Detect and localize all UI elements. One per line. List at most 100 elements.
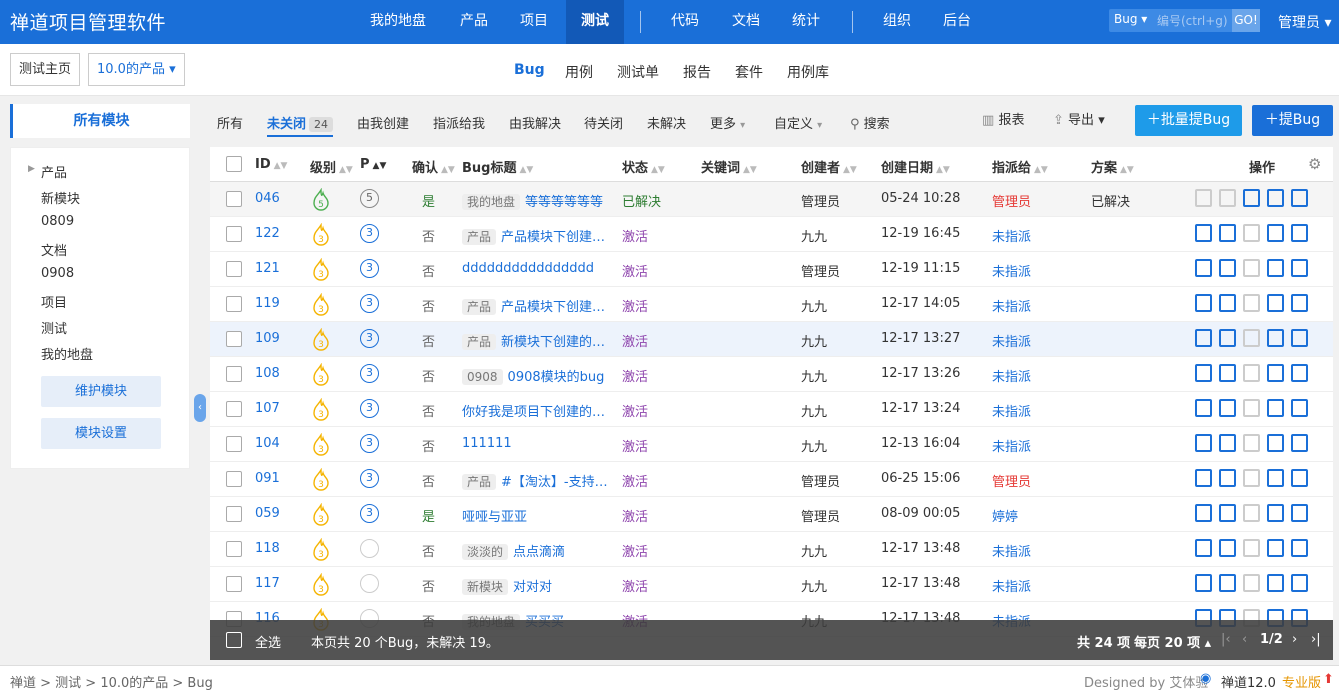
assigned-to-link[interactable]: 未指派 bbox=[992, 576, 1031, 595]
bug-title-cell[interactable]: 产品 产品模块下创建… bbox=[462, 226, 605, 245]
assigned-to-link[interactable]: 管理员 bbox=[992, 191, 1031, 210]
version-label[interactable]: 禅道12.0 bbox=[1221, 672, 1276, 691]
subnav-caselib[interactable]: 用例库 bbox=[787, 62, 829, 82]
nav-doc[interactable]: 文档 bbox=[732, 0, 760, 44]
report-button[interactable]: ▥ 报表 bbox=[982, 105, 1024, 136]
edit-icon[interactable] bbox=[1267, 504, 1284, 522]
col-priority[interactable]: P ▲▼ bbox=[360, 157, 386, 172]
bug-title-cell[interactable]: 我的地盘 等等等等等等 bbox=[462, 191, 603, 210]
copy-icon[interactable] bbox=[1291, 364, 1308, 382]
filter-search[interactable]: ⚲ 搜索 bbox=[850, 113, 890, 132]
filter-unresolved[interactable]: 未解决 bbox=[647, 113, 686, 132]
assigned-to-link[interactable]: 管理员 bbox=[992, 471, 1031, 490]
nav-admin[interactable]: 后台 bbox=[943, 0, 971, 44]
copy-icon[interactable] bbox=[1291, 399, 1308, 417]
close-bug-icon[interactable] bbox=[1243, 364, 1260, 382]
filter-unclosed[interactable]: 未关闭 24 bbox=[267, 113, 334, 137]
filter-to-close[interactable]: 待关闭 bbox=[584, 113, 623, 132]
resolve-bug-icon[interactable] bbox=[1219, 189, 1236, 207]
bug-title-cell[interactable]: 0908 0908模块的bug bbox=[462, 366, 604, 385]
close-bug-icon[interactable] bbox=[1243, 504, 1260, 522]
resolve-bug-icon[interactable] bbox=[1219, 399, 1236, 417]
copy-icon[interactable] bbox=[1291, 294, 1308, 312]
row-checkbox[interactable] bbox=[226, 401, 242, 417]
resolve-bug-icon[interactable] bbox=[1219, 294, 1236, 312]
bug-id[interactable]: 059 bbox=[255, 506, 280, 521]
close-bug-icon[interactable] bbox=[1243, 434, 1260, 452]
bug-title-cell[interactable]: 你好我是项目下创建的… bbox=[462, 401, 605, 420]
confirm-bug-icon[interactable] bbox=[1195, 469, 1212, 487]
footer-select-all-checkbox[interactable] bbox=[226, 632, 242, 648]
select-all-label[interactable]: 全选 bbox=[255, 632, 281, 651]
bug-title-link[interactable]: 0908模块的bug bbox=[508, 370, 605, 385]
col-created-date[interactable]: 创建日期 ▲▼ bbox=[881, 157, 950, 176]
filter-all[interactable]: 所有 bbox=[217, 113, 243, 132]
copy-icon[interactable] bbox=[1291, 574, 1308, 592]
tree-item[interactable]: 产品 bbox=[41, 162, 67, 181]
filter-custom[interactable]: 自定义 ▾ bbox=[774, 113, 822, 132]
assigned-to-link[interactable]: 未指派 bbox=[992, 331, 1031, 350]
confirm-bug-icon[interactable] bbox=[1195, 574, 1212, 592]
table-row[interactable]: 119 3 3 否 产品 产品模块下创建… 激活 九九 12-17 14:05 未… bbox=[210, 287, 1333, 322]
resolve-bug-icon[interactable] bbox=[1219, 224, 1236, 242]
confirm-bug-icon[interactable] bbox=[1195, 364, 1212, 382]
col-id[interactable]: ID ▲▼ bbox=[255, 157, 287, 172]
close-bug-icon[interactable] bbox=[1243, 539, 1260, 557]
select-all-checkbox[interactable] bbox=[226, 156, 242, 172]
resolve-bug-icon[interactable] bbox=[1219, 539, 1236, 557]
col-confirmed[interactable]: 确认 ▲▼ bbox=[412, 157, 455, 176]
bug-title-link[interactable]: dddddddddddddddd bbox=[462, 261, 594, 276]
last-page-icon[interactable]: ›| bbox=[1311, 632, 1321, 647]
copy-icon[interactable] bbox=[1291, 224, 1308, 242]
table-row[interactable]: 104 3 3 否 111111 激活 九九 12-13 16:04 未指派 bbox=[210, 427, 1333, 462]
table-row[interactable]: 046 5 5 是 我的地盘 等等等等等等 已解决 管理员 05-24 10:28… bbox=[210, 182, 1333, 217]
bug-title-link[interactable]: 对对对 bbox=[513, 580, 552, 595]
col-resolution[interactable]: 方案 ▲▼ bbox=[1091, 157, 1134, 176]
tree-item[interactable]: 我的地盘 bbox=[41, 344, 93, 363]
maintain-module-button[interactable]: 维护模块 bbox=[41, 376, 161, 407]
copy-icon[interactable] bbox=[1291, 539, 1308, 557]
assigned-to-link[interactable]: 婷婷 bbox=[992, 506, 1018, 525]
bottom-breadcrumb[interactable]: 禅道 > 测试 > 10.0的产品 > Bug bbox=[10, 672, 213, 691]
subnav-suite[interactable]: 套件 bbox=[735, 62, 763, 82]
row-checkbox[interactable] bbox=[226, 191, 242, 207]
table-row[interactable]: 059 3 3 是 哑哑与亚亚 激活 管理员 08-09 00:05 婷婷 bbox=[210, 497, 1333, 532]
bug-title-cell[interactable]: 产品 新模块下创建的… bbox=[462, 331, 605, 350]
confirm-bug-icon[interactable] bbox=[1195, 259, 1212, 277]
close-bug-icon[interactable] bbox=[1243, 399, 1260, 417]
collapse-sidebar-icon[interactable]: ‹ bbox=[194, 394, 206, 422]
close-bug-icon[interactable] bbox=[1243, 329, 1260, 347]
row-checkbox[interactable] bbox=[226, 576, 242, 592]
edition-label[interactable]: 专业版 bbox=[1282, 672, 1321, 691]
resolve-bug-icon[interactable] bbox=[1219, 329, 1236, 347]
resolve-bug-icon[interactable] bbox=[1219, 364, 1236, 382]
bug-title-link[interactable]: 哑哑与亚亚 bbox=[462, 510, 527, 525]
bug-id[interactable]: 117 bbox=[255, 576, 280, 591]
designed-by[interactable]: Designed by 艾体验 bbox=[1084, 672, 1208, 691]
breadcrumb-product-switcher[interactable]: 10.0的产品 ▾ bbox=[88, 53, 185, 86]
edit-icon[interactable] bbox=[1267, 539, 1284, 557]
assigned-to-link[interactable]: 未指派 bbox=[992, 226, 1031, 245]
bug-title-link[interactable]: 产品模块下创建… bbox=[501, 230, 605, 245]
edit-icon[interactable] bbox=[1267, 224, 1284, 242]
confirm-bug-icon[interactable] bbox=[1195, 504, 1212, 522]
filter-more[interactable]: 更多 ▾ bbox=[710, 113, 745, 132]
bug-title-cell[interactable]: dddddddddddddddd bbox=[462, 261, 594, 276]
subnav-report[interactable]: 报告 bbox=[683, 62, 711, 82]
table-row[interactable]: 107 3 3 否 你好我是项目下创建的… 激活 九九 12-17 13:24 … bbox=[210, 392, 1333, 427]
assigned-to-link[interactable]: 未指派 bbox=[992, 436, 1031, 455]
close-bug-icon[interactable] bbox=[1243, 189, 1260, 207]
edit-icon[interactable] bbox=[1267, 259, 1284, 277]
tree-item[interactable]: 新模块 bbox=[41, 188, 80, 207]
search-input[interactable]: 编号(ctrl+g) bbox=[1157, 12, 1228, 29]
bug-title-link[interactable]: #【淘汰】-支持… bbox=[501, 475, 608, 490]
search-type-select[interactable]: Bug ▾ bbox=[1114, 12, 1147, 26]
filter-resolved-by-me[interactable]: 由我解决 bbox=[509, 113, 561, 132]
confirm-bug-icon[interactable] bbox=[1195, 434, 1212, 452]
per-page-select[interactable]: 每页 20 项 ▴ bbox=[1134, 632, 1211, 651]
bug-id[interactable]: 091 bbox=[255, 471, 280, 486]
breadcrumb-test-home[interactable]: 测试主页 bbox=[10, 53, 81, 86]
nav-project[interactable]: 项目 bbox=[520, 0, 548, 44]
assigned-to-link[interactable]: 未指派 bbox=[992, 296, 1031, 315]
tree-item[interactable]: 0908 bbox=[41, 266, 74, 281]
